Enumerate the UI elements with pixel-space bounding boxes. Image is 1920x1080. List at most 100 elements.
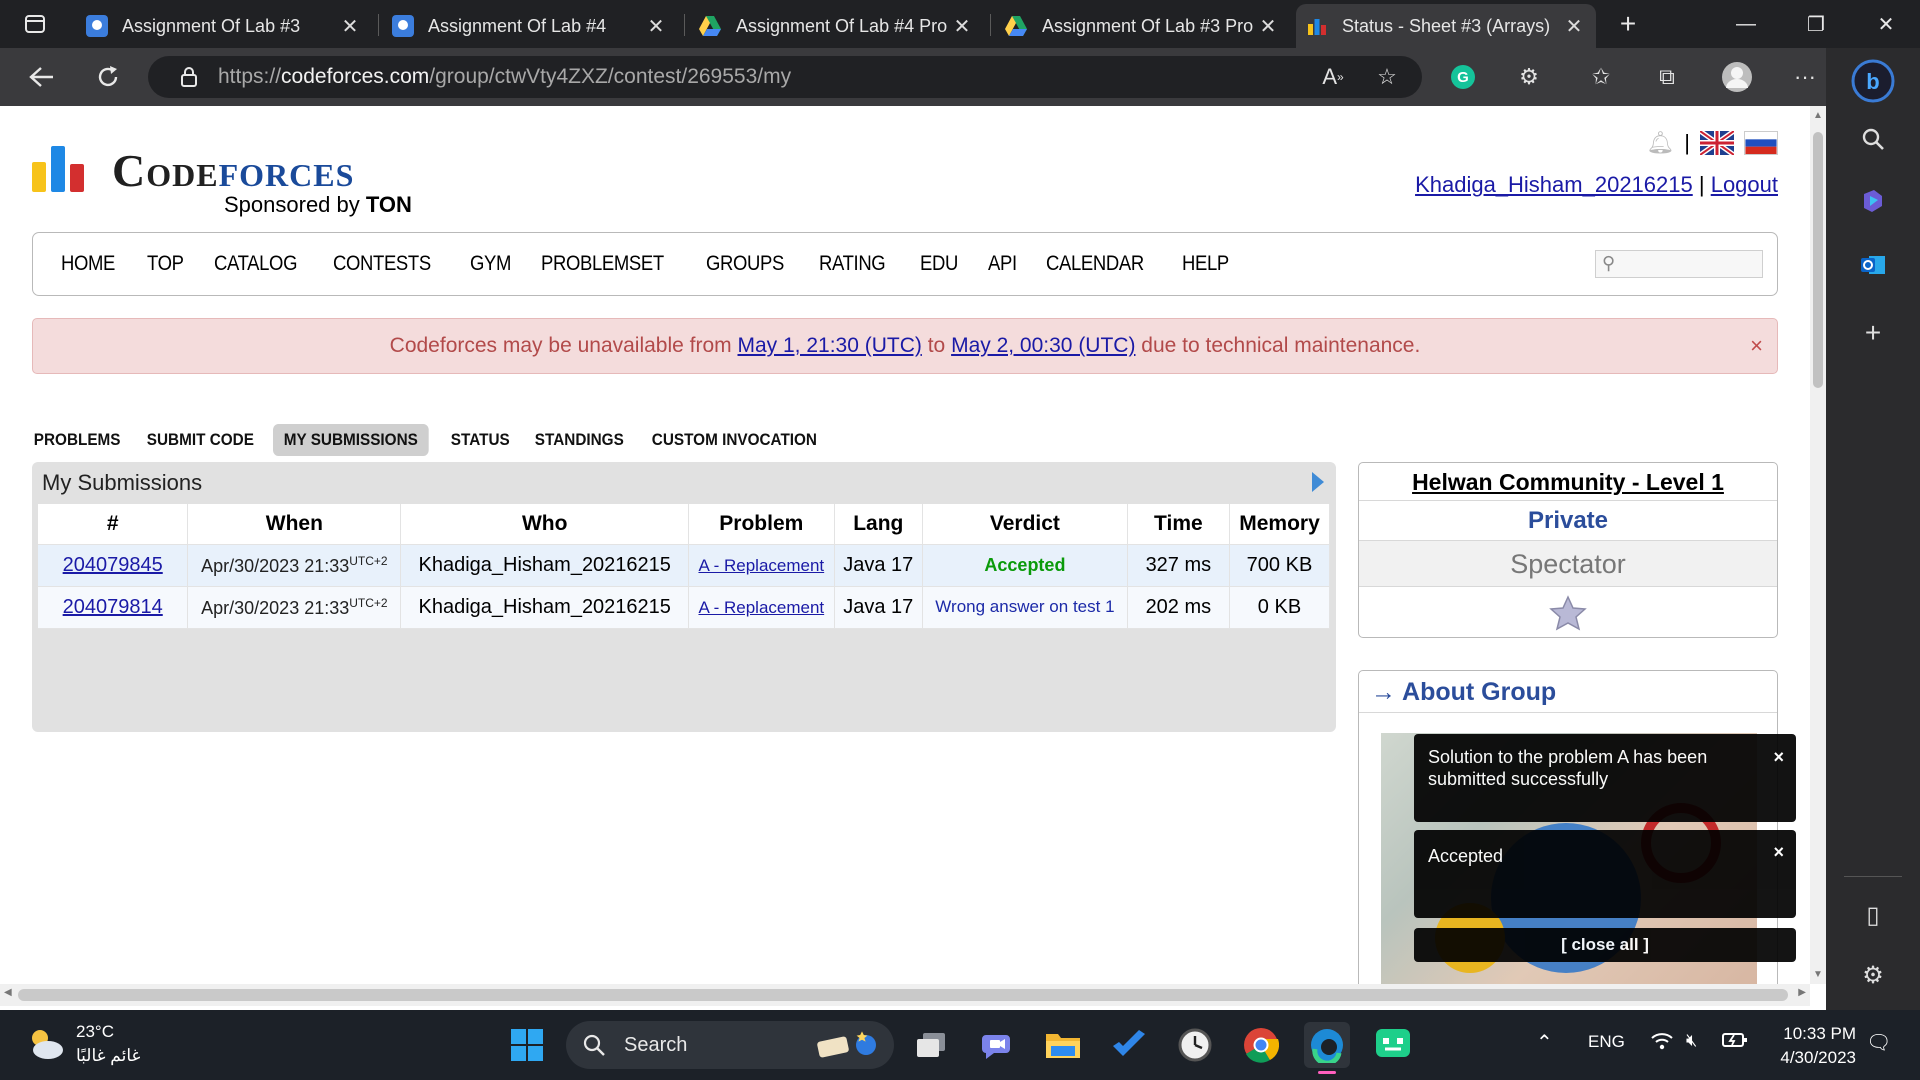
more-menu-icon[interactable]: ···	[1788, 60, 1822, 94]
tab-status[interactable]: STATUS	[440, 424, 521, 456]
tab-standings[interactable]: STANDINGS	[524, 424, 635, 456]
alert-end-link[interactable]: May 2, 00:30 (UTC)	[951, 334, 1135, 357]
todo-icon[interactable]	[1106, 1022, 1152, 1068]
edge-icon[interactable]	[1304, 1022, 1350, 1074]
refresh-icon[interactable]	[88, 57, 128, 97]
sidebar-toggle-icon[interactable]: ▯	[1854, 896, 1892, 934]
url-field[interactable]: https://codeforces.com/group/ctwVty4ZXZ/…	[148, 56, 1422, 98]
ru-flag-icon[interactable]	[1744, 131, 1778, 155]
restore-icon[interactable]: ❐	[1782, 0, 1850, 48]
tab-submit-code[interactable]: SUBMIT CODE	[136, 424, 265, 456]
notifications-icon[interactable]: 🗨︎	[1866, 1030, 1891, 1055]
table-header-row: # When Who Problem Lang Verdict Time Mem…	[38, 504, 1331, 545]
bing-icon[interactable]: b	[1848, 56, 1898, 106]
volume-muted-icon[interactable]: 🔇︎	[1686, 1030, 1697, 1051]
tab-lab4-pro[interactable]: Assignment Of Lab #4 Pro ✕	[688, 4, 984, 48]
extensions-icon[interactable]: ⚙	[1512, 60, 1546, 94]
menu-catalog[interactable]: CATALOG	[214, 252, 297, 276]
menu-api[interactable]: API	[988, 252, 1017, 276]
menu-top[interactable]: TOP	[147, 252, 184, 276]
close-notification-icon[interactable]: ×	[1773, 746, 1784, 768]
close-notification-icon[interactable]: ×	[1773, 842, 1784, 863]
notification-text: Accepted	[1428, 846, 1504, 866]
close-tab-icon[interactable]: ✕	[1562, 14, 1586, 39]
new-tab-icon[interactable]: +	[1596, 0, 1660, 48]
menu-problemset[interactable]: PROBLEMSET	[541, 252, 664, 276]
search-icon[interactable]	[1854, 120, 1892, 158]
group-role: Spectator	[1359, 541, 1777, 587]
system-clock[interactable]: 10:33 PM 4/30/2023	[1764, 1022, 1856, 1070]
expand-arrow-icon[interactable]	[1312, 472, 1324, 492]
search-input[interactable]: ⚲	[1595, 250, 1763, 278]
menu-gym[interactable]: GYM	[470, 252, 511, 276]
close-tab-icon[interactable]: ✕	[1256, 14, 1280, 39]
favorite-star-icon[interactable]	[1359, 587, 1777, 637]
close-alert-icon[interactable]: ×	[1750, 319, 1763, 373]
close-tab-icon[interactable]: ✕	[950, 14, 974, 39]
close-tab-icon[interactable]: ✕	[644, 14, 668, 39]
tab-problems[interactable]: PROBLEMS	[32, 424, 131, 456]
menu-calendar[interactable]: CALENDAR	[1046, 252, 1144, 276]
problem-link[interactable]: A - Replacement	[698, 556, 824, 575]
minimize-icon[interactable]: —	[1712, 0, 1780, 48]
back-icon[interactable]	[22, 57, 62, 97]
col-lang: Lang	[834, 504, 924, 545]
username-link[interactable]: Khadiga_Hisham_20216215	[1415, 172, 1693, 197]
logout-link[interactable]: Logout	[1711, 172, 1778, 197]
menu-help[interactable]: HELP	[1182, 252, 1229, 276]
collections-icon[interactable]: ⧉	[1650, 60, 1684, 94]
read-aloud-icon[interactable]: A»	[1316, 60, 1350, 94]
wifi-icon[interactable]	[1650, 1030, 1674, 1057]
tab-lab4[interactable]: Assignment Of Lab #4 ✕	[382, 4, 678, 48]
chevron-up-icon[interactable]: ⌃	[1536, 1030, 1553, 1055]
taskbar-search[interactable]: Search	[566, 1021, 894, 1069]
tab-custom-invocation[interactable]: CUSTOM INVOCATION	[641, 424, 828, 456]
submission-id-link[interactable]: 204079814	[63, 596, 163, 618]
horizontal-scrollbar[interactable]: ◀ ▶	[0, 984, 1810, 1006]
clock-app-icon[interactable]	[1172, 1022, 1218, 1068]
chrome-icon[interactable]	[1238, 1022, 1284, 1068]
menu-rating[interactable]: RATING	[819, 252, 886, 276]
add-favorite-icon[interactable]: ☆	[1370, 60, 1404, 94]
file-explorer-icon[interactable]	[1040, 1022, 1086, 1068]
profile-avatar-icon[interactable]	[1720, 60, 1754, 94]
submission-who: Khadiga_Hisham_20216215	[400, 586, 690, 629]
alert-start-link[interactable]: May 1, 21:30 (UTC)	[738, 334, 922, 357]
copilot-icon[interactable]	[1854, 182, 1892, 220]
submission-id-link[interactable]: 204079845	[63, 554, 163, 576]
tab-lab3[interactable]: Assignment Of Lab #3 ✕	[76, 4, 372, 48]
favorites-icon[interactable]: ✩	[1584, 60, 1618, 94]
menu-edu[interactable]: EDU	[920, 252, 958, 276]
tab-my-submissions[interactable]: MY SUBMISSIONS	[273, 424, 429, 456]
uk-flag-icon[interactable]	[1700, 131, 1734, 155]
logo-bar-blue	[51, 146, 65, 192]
close-window-icon[interactable]: ✕	[1852, 0, 1920, 48]
add-icon[interactable]: +	[1854, 314, 1892, 352]
tab-lab3-pro[interactable]: Assignment Of Lab #3 Pro ✕	[994, 4, 1290, 48]
grammarly-icon[interactable]: G	[1446, 60, 1480, 94]
teams-chat-icon[interactable]	[974, 1022, 1020, 1068]
about-group-title[interactable]: → About Group	[1359, 671, 1777, 713]
menu-home[interactable]: HOME	[61, 252, 115, 276]
outlook-icon[interactable]	[1854, 246, 1892, 284]
svg-text:G: G	[1457, 69, 1469, 86]
battery-icon[interactable]	[1722, 1030, 1748, 1055]
close-all-button[interactable]: [ close all ]	[1414, 928, 1796, 962]
group-name-link[interactable]: Helwan Community - Level 1	[1359, 463, 1777, 501]
menu-contests[interactable]: CONTESTS	[333, 252, 431, 276]
bell-icon[interactable]: 🔔︎	[1646, 130, 1674, 156]
settings-gear-icon[interactable]: ⚙	[1854, 956, 1892, 994]
svg-text:b: b	[1866, 69, 1879, 94]
tab-status-sheet[interactable]: Status - Sheet #3 (Arrays) ✕	[1296, 4, 1596, 48]
weather-widget[interactable]: 23°C غائم غالبًا	[26, 1020, 140, 1068]
problem-link[interactable]: A - Replacement	[698, 598, 824, 617]
language-indicator[interactable]: ENG	[1588, 1032, 1625, 1052]
start-icon[interactable]	[504, 1022, 550, 1068]
chat-app-icon[interactable]	[1370, 1022, 1416, 1068]
tab-actions-icon[interactable]	[0, 0, 70, 48]
menu-groups[interactable]: GROUPS	[706, 252, 784, 276]
close-tab-icon[interactable]: ✕	[338, 14, 362, 39]
codeforces-icon	[1308, 19, 1326, 35]
task-view-icon[interactable]	[908, 1022, 954, 1068]
vertical-scrollbar[interactable]: ▲ ▼	[1810, 106, 1826, 984]
